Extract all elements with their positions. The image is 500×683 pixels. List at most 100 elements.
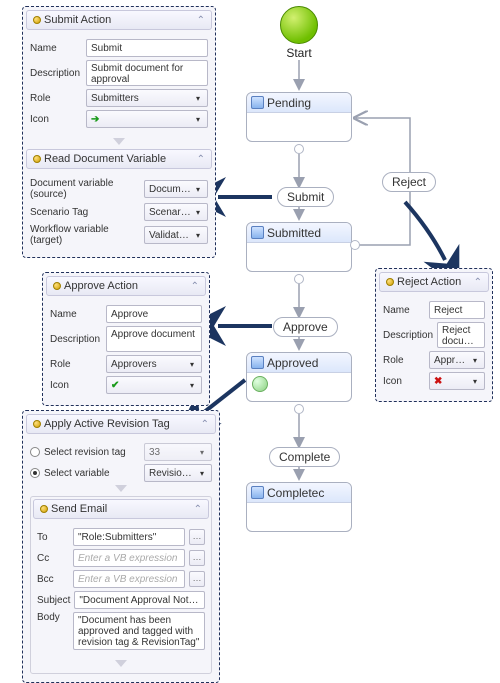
name-field[interactable]: Submit bbox=[86, 39, 208, 57]
panel-title: Read Document Variable bbox=[44, 153, 194, 165]
chevron-down-icon: ▾ bbox=[191, 229, 205, 241]
label: Workflow variable (target) bbox=[30, 224, 140, 246]
to-field[interactable]: "Role:Submitters" bbox=[73, 528, 185, 546]
state-title: Submitted bbox=[267, 226, 321, 240]
panel-submit-action[interactable]: Submit Action ⌃ Name Submit Description … bbox=[22, 6, 216, 258]
subject-field[interactable]: "Document Approval Notification" bbox=[74, 591, 205, 609]
panel-title: Approve Action bbox=[64, 280, 188, 292]
state-approved[interactable]: Approved bbox=[246, 352, 352, 402]
panel-header[interactable]: Read Document Variable ⌃ bbox=[26, 149, 212, 169]
panel-header[interactable]: Approve Action ⌃ bbox=[46, 276, 206, 296]
variable-dropdown[interactable]: RevisionTag▾ bbox=[144, 464, 212, 482]
state-pending[interactable]: Pending bbox=[246, 92, 352, 142]
collapse-icon[interactable]: ⌃ bbox=[191, 281, 199, 292]
panel-header[interactable]: Reject Action ⌃ bbox=[379, 272, 489, 292]
label: Icon bbox=[383, 376, 425, 387]
expand-down-icon[interactable] bbox=[115, 660, 127, 667]
role-dropdown[interactable]: Approvers▾ bbox=[106, 355, 202, 373]
port[interactable] bbox=[350, 240, 360, 250]
radio-select-revision-tag[interactable] bbox=[30, 447, 40, 457]
transition-approve[interactable]: Approve bbox=[273, 317, 338, 337]
label: Subject bbox=[37, 595, 70, 606]
bullet-icon bbox=[40, 505, 48, 513]
x-icon: ✖ bbox=[434, 375, 468, 388]
panel-header[interactable]: Send Email ⌃ bbox=[33, 499, 209, 519]
description-field[interactable]: Submit document for approval bbox=[86, 60, 208, 86]
name-field[interactable]: Reject bbox=[429, 301, 485, 319]
label: Description bbox=[30, 68, 82, 79]
state-completed[interactable]: Completec bbox=[246, 482, 352, 532]
wfvar-dropdown[interactable]: ValidationVariable▾ bbox=[144, 226, 208, 244]
label: Description bbox=[383, 330, 433, 341]
transition-reject[interactable]: Reject bbox=[382, 172, 436, 192]
start-label: Start bbox=[265, 46, 333, 60]
expand-down-icon[interactable] bbox=[113, 138, 125, 145]
chevron-down-icon: ▾ bbox=[185, 358, 199, 370]
chevron-down-icon: ▾ bbox=[185, 379, 199, 391]
port[interactable] bbox=[294, 274, 304, 284]
radio-select-variable[interactable] bbox=[30, 468, 40, 478]
bullet-icon bbox=[33, 155, 41, 163]
label: Icon bbox=[30, 114, 82, 125]
label: Name bbox=[383, 305, 425, 316]
label: Role bbox=[383, 355, 425, 366]
label: Role bbox=[50, 359, 102, 370]
ellipsis-button[interactable]: … bbox=[189, 529, 205, 545]
label: Name bbox=[30, 43, 82, 54]
expand-down-icon[interactable] bbox=[115, 485, 127, 492]
panel-apply-revision-tag[interactable]: Apply Active Revision Tag ⌃ Select revis… bbox=[22, 410, 220, 683]
icon-dropdown[interactable]: ✔▾ bbox=[106, 376, 202, 394]
collapse-icon[interactable]: ⌃ bbox=[201, 419, 209, 430]
chevron-down-icon: ▾ bbox=[468, 375, 482, 387]
panel-header[interactable]: Apply Active Revision Tag ⌃ bbox=[26, 414, 216, 434]
label: Select revision tag bbox=[44, 447, 140, 458]
collapse-icon[interactable]: ⌃ bbox=[474, 277, 482, 288]
chevron-down-icon: ▾ bbox=[191, 206, 205, 218]
label: Cc bbox=[37, 553, 69, 564]
description-field[interactable]: Reject document bbox=[437, 322, 485, 348]
start-node[interactable]: Start bbox=[265, 6, 333, 60]
description-field[interactable]: Approve document bbox=[106, 326, 202, 352]
ellipsis-button[interactable]: … bbox=[189, 550, 205, 566]
panel-header[interactable]: Submit Action ⌃ bbox=[26, 10, 212, 30]
scenario-dropdown[interactable]: ScenarioVariable▾ bbox=[144, 203, 208, 221]
docvar-dropdown[interactable]: DocumentVariable▾ bbox=[144, 180, 208, 198]
label: Name bbox=[50, 309, 102, 320]
icon-dropdown[interactable]: ✖▾ bbox=[429, 372, 485, 390]
state-title: Pending bbox=[267, 96, 311, 110]
role-dropdown[interactable]: Approvers▾ bbox=[429, 351, 485, 369]
state-submitted[interactable]: Submitted bbox=[246, 222, 352, 272]
panel-title: Apply Active Revision Tag bbox=[44, 418, 198, 430]
collapse-icon[interactable]: ⌃ bbox=[194, 504, 202, 515]
port[interactable] bbox=[294, 404, 304, 414]
panel-reject-action[interactable]: Reject Action ⌃ Name Reject Description … bbox=[375, 268, 493, 402]
start-circle-icon bbox=[280, 6, 318, 44]
collapse-icon[interactable]: ⌃ bbox=[197, 15, 205, 26]
ellipsis-button[interactable]: … bbox=[189, 571, 205, 587]
revision-tag-dropdown[interactable]: 33▾ bbox=[144, 443, 212, 461]
state-title: Completec bbox=[267, 486, 324, 500]
name-field[interactable]: Approve bbox=[106, 305, 202, 323]
arrow-right-icon: ➔ bbox=[91, 113, 191, 126]
icon-dropdown[interactable]: ➔▾ bbox=[86, 110, 208, 128]
state-title: Approved bbox=[267, 356, 318, 370]
role-dropdown[interactable]: Submitters▾ bbox=[86, 89, 208, 107]
chevron-down-icon: ▾ bbox=[191, 113, 205, 125]
state-icon bbox=[251, 226, 264, 239]
label: Role bbox=[30, 93, 82, 104]
check-icon: ✔ bbox=[111, 379, 185, 392]
panel-title: Submit Action bbox=[44, 14, 194, 26]
transition-complete[interactable]: Complete bbox=[269, 447, 340, 467]
chevron-down-icon: ▾ bbox=[191, 183, 205, 195]
cc-field[interactable]: Enter a VB expression bbox=[73, 549, 185, 567]
body-field[interactable]: "Document has been approved and tagged w… bbox=[73, 612, 205, 650]
collapse-icon[interactable]: ⌃ bbox=[197, 154, 205, 165]
port[interactable] bbox=[294, 144, 304, 154]
chevron-down-icon: ▾ bbox=[195, 446, 209, 458]
label: To bbox=[37, 532, 69, 543]
panel-send-email[interactable]: Send Email ⌃ To "Role:Submitters" … Cc E… bbox=[30, 496, 212, 674]
transition-submit[interactable]: Submit bbox=[277, 187, 334, 207]
bullet-icon bbox=[33, 16, 41, 24]
panel-approve-action[interactable]: Approve Action ⌃ Name Approve Descriptio… bbox=[42, 272, 210, 406]
bcc-field[interactable]: Enter a VB expression bbox=[73, 570, 185, 588]
